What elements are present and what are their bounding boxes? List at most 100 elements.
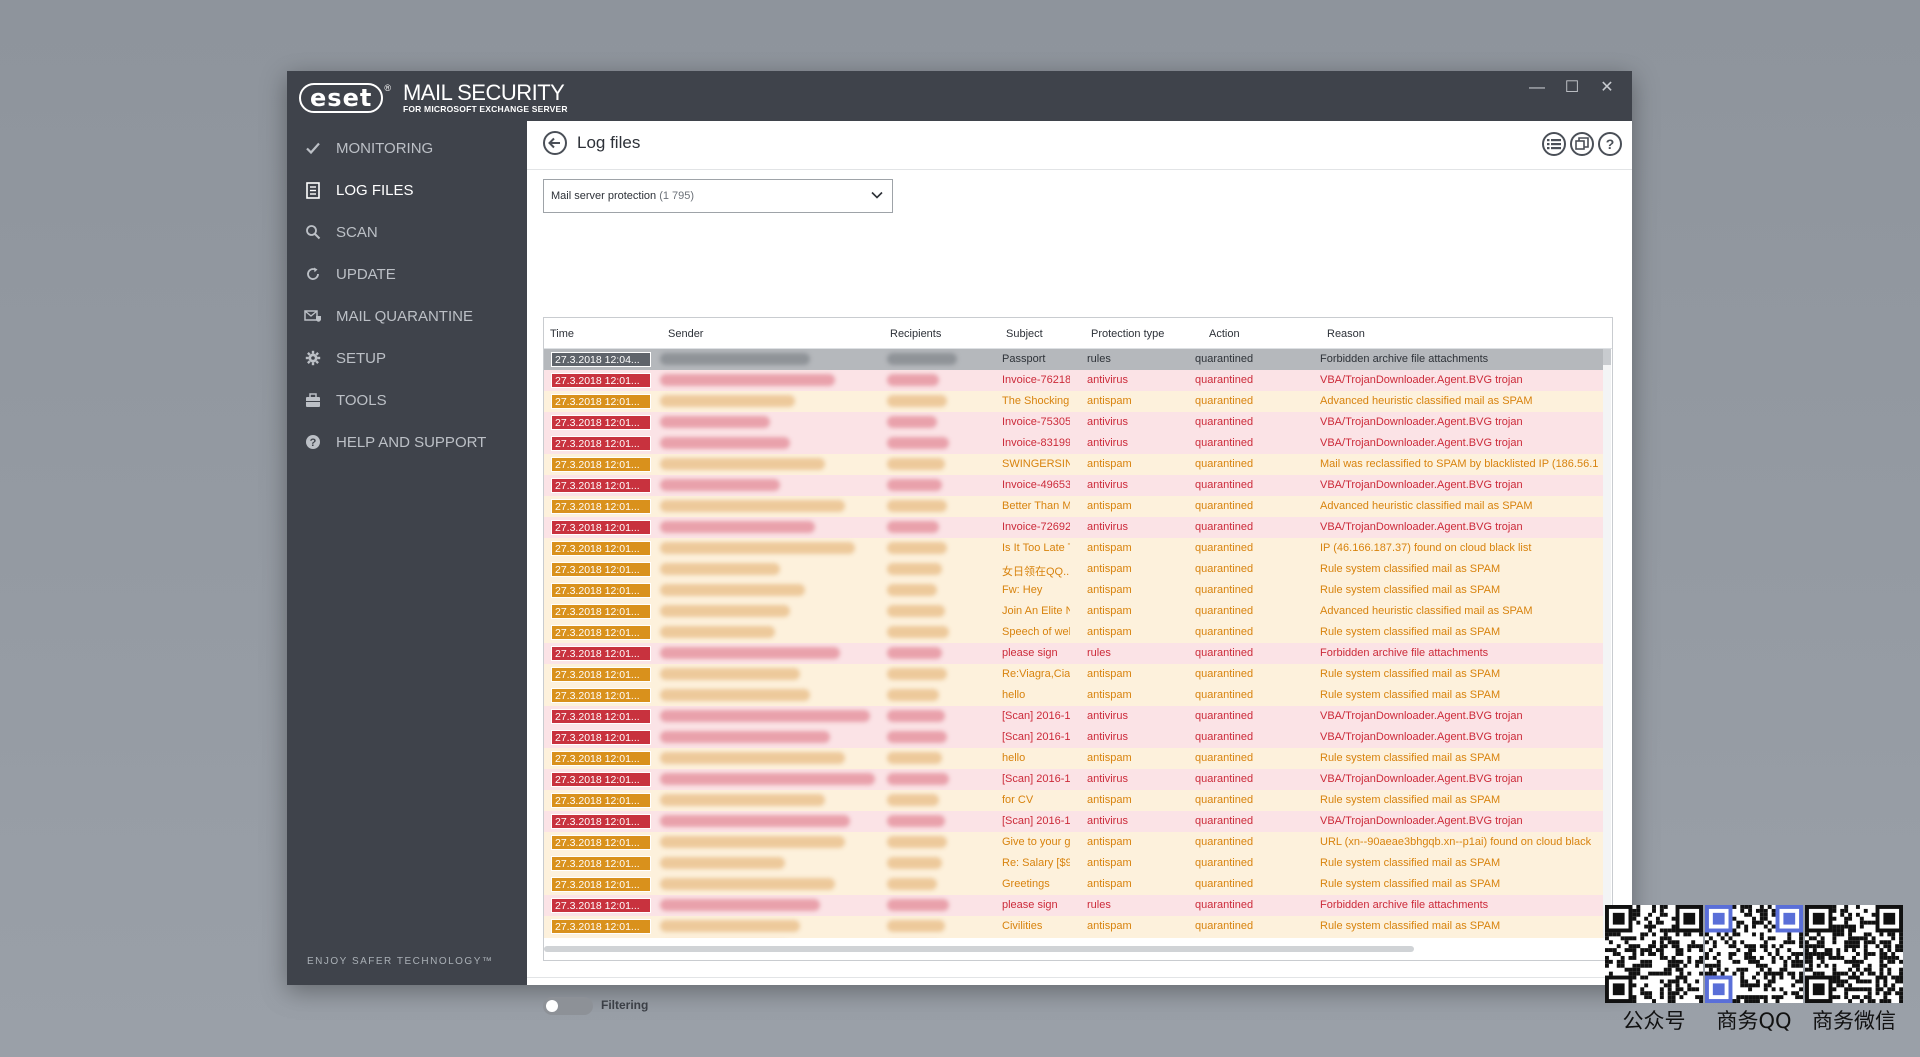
subject-cell: Join An Elite N...: [1002, 605, 1070, 617]
sender-redacted: [660, 437, 790, 449]
action-cell: quarantined: [1195, 878, 1254, 890]
column-header-recipients[interactable]: Recipients: [890, 328, 941, 340]
qr-label-3: 商务微信: [1812, 1009, 1896, 1033]
protection-type-cell: antispam: [1087, 794, 1132, 806]
list-icon: [1547, 139, 1561, 150]
column-header-sender[interactable]: Sender: [668, 328, 703, 340]
sidebar-item-scan[interactable]: SCAN: [287, 212, 527, 252]
subject-cell: Civilities: [1002, 920, 1043, 932]
table-row[interactable]: 27.3.2018 12:01... [Scan] 2016-10... antiv…: [544, 769, 1604, 790]
protection-type-cell: antispam: [1087, 836, 1132, 848]
time-cell: 27.3.2018 12:01...: [551, 541, 651, 556]
table-row[interactable]: 27.3.2018 12:01... hello antispam quarantin…: [544, 748, 1604, 769]
vertical-scrollbar[interactable]: [1603, 349, 1611, 939]
subject-cell: for CV: [1002, 794, 1034, 806]
reason-cell: VBA/TrojanDownloader.Agent.BVG trojan: [1320, 437, 1523, 449]
table-row[interactable]: 27.3.2018 12:01... Invoice-76218... antivi…: [544, 370, 1604, 391]
subject-cell: Re:Viagra,Ciali...: [1002, 668, 1070, 680]
table-row[interactable]: 27.3.2018 12:01... Greetings antispam quara…: [544, 874, 1604, 895]
table-row[interactable]: 27.3.2018 12:01... [Scan] 2016-10... antiv…: [544, 706, 1604, 727]
subject-cell: 女日领在QQ...: [1002, 566, 1070, 578]
recipients-redacted: [887, 605, 945, 617]
sidebar-item-setup[interactable]: SETUP: [287, 338, 527, 378]
subject-cell: please sign: [1002, 647, 1058, 659]
sender-redacted: [660, 752, 845, 764]
action-cell: quarantined: [1195, 395, 1254, 407]
column-header-subject[interactable]: Subject: [1006, 328, 1043, 340]
table-row[interactable]: 27.3.2018 12:01... Re: Salary [$90... anti…: [544, 853, 1604, 874]
sender-redacted: [660, 899, 820, 911]
sidebar-item-log-files[interactable]: LOG FILES: [287, 170, 527, 210]
column-header-reason[interactable]: Reason: [1327, 328, 1365, 340]
footer-divider: [527, 977, 1632, 978]
recipients-redacted: [887, 731, 947, 743]
copy-window-button[interactable]: [1570, 132, 1594, 156]
reason-cell: Forbidden archive file attachments: [1320, 647, 1489, 659]
table-row[interactable]: 27.3.2018 12:01... Re:Viagra,Ciali... anti…: [544, 664, 1604, 685]
table-row[interactable]: 27.3.2018 12:01... please sign rules quaran…: [544, 895, 1604, 916]
table-row[interactable]: 27.3.2018 12:04... Passport rules quarantin…: [544, 349, 1604, 370]
sender-redacted: [660, 605, 790, 617]
table-row[interactable]: 27.3.2018 12:01... please sign rules quaran…: [544, 643, 1604, 664]
log-type-dropdown[interactable]: Mail server protection (1 795): [543, 179, 893, 213]
time-cell: 27.3.2018 12:01...: [551, 877, 651, 892]
action-cell: quarantined: [1195, 731, 1254, 743]
column-header-protection-type[interactable]: Protection type: [1091, 328, 1164, 340]
sidebar-item-tools[interactable]: TOOLS: [287, 380, 527, 420]
table-row[interactable]: 27.3.2018 12:01... [Scan] 2016-10... antiv…: [544, 727, 1604, 748]
table-row[interactable]: 27.3.2018 12:01... SWINGERSINB... antispam…: [544, 454, 1604, 475]
table-row[interactable]: 27.3.2018 12:01... Speech of wel... antisp…: [544, 622, 1604, 643]
table-row[interactable]: 27.3.2018 12:01... 女日领在QQ... antispam quara…: [544, 559, 1604, 580]
column-header-time[interactable]: Time: [550, 328, 574, 340]
table-row[interactable]: 27.3.2018 12:01... Invoice-75305... antivi…: [544, 412, 1604, 433]
table-row[interactable]: 27.3.2018 12:01... Better Than M... antisp…: [544, 496, 1604, 517]
table-row[interactable]: 27.3.2018 12:01... Invoice-83199... antivi…: [544, 433, 1604, 454]
table-row[interactable]: 27.3.2018 12:01... for CV antispam quaranti…: [544, 790, 1604, 811]
sender-redacted: [660, 773, 875, 785]
time-cell: 27.3.2018 12:04...: [551, 352, 651, 367]
maximize-button[interactable]: ☐: [1552, 71, 1592, 105]
back-button[interactable]: [543, 131, 567, 155]
recipients-redacted: [887, 458, 945, 470]
action-cell: quarantined: [1195, 626, 1254, 638]
table-row[interactable]: 27.3.2018 12:01... Give to your g... antis…: [544, 832, 1604, 853]
table-row[interactable]: 27.3.2018 12:01... Invoice-49653... antivi…: [544, 475, 1604, 496]
minimize-button[interactable]: —: [1517, 71, 1557, 105]
table-row[interactable]: 27.3.2018 12:01... Is It Too Late T... ant…: [544, 538, 1604, 559]
scrollbar-thumb[interactable]: [544, 946, 1414, 952]
close-button[interactable]: ✕: [1587, 71, 1627, 105]
subject-cell: The Shocking ...: [1002, 395, 1070, 407]
table-row[interactable]: 27.3.2018 12:01... Join An Elite N... anti…: [544, 601, 1604, 622]
sidebar-item-monitoring[interactable]: MONITORING: [287, 128, 527, 168]
table-row[interactable]: 27.3.2018 12:01... Invoice-72692... antivi…: [544, 517, 1604, 538]
table-row[interactable]: 27.3.2018 12:01... The Shocking ... antisp…: [544, 391, 1604, 412]
filtering-toggle[interactable]: [543, 997, 593, 1015]
protection-type-cell: antispam: [1087, 605, 1132, 617]
horizontal-scrollbar[interactable]: [544, 938, 1612, 960]
sender-redacted: [660, 731, 830, 743]
table-row[interactable]: 27.3.2018 12:01... Fw: Hey antispam quarant…: [544, 580, 1604, 601]
reason-cell: Rule system classified mail as SPAM: [1320, 668, 1501, 680]
scrollbar-thumb[interactable]: [1603, 349, 1611, 365]
column-header-action[interactable]: Action: [1209, 328, 1240, 340]
table-row[interactable]: 27.3.2018 12:01... Civilities antispam quar…: [544, 916, 1604, 937]
check-icon: [304, 139, 322, 157]
dropdown-count: (1 795): [659, 190, 695, 202]
reason-cell: Forbidden archive file attachments: [1320, 353, 1489, 365]
recipients-redacted: [887, 920, 945, 932]
recipients-redacted: [887, 626, 949, 638]
time-cell: 27.3.2018 12:01...: [551, 478, 651, 493]
recipients-redacted: [887, 353, 957, 365]
help-button[interactable]: ?: [1598, 132, 1622, 156]
table-row[interactable]: 27.3.2018 12:01... [Scan] 2016-10... antiv…: [544, 811, 1604, 832]
table-row[interactable]: 27.3.2018 12:01... hello antispam quarantin…: [544, 685, 1604, 706]
mail-shield-icon: [304, 307, 322, 325]
sidebar-item-help-and-support[interactable]: ? HELP AND SUPPORT: [287, 422, 527, 462]
protection-type-cell: antivirus: [1087, 521, 1128, 533]
subject-cell: [Scan] 2016-10...: [1002, 773, 1070, 785]
recipients-redacted: [887, 416, 937, 428]
sidebar-item-mail-quarantine[interactable]: MAIL QUARANTINE: [287, 296, 527, 336]
list-view-button[interactable]: [1542, 132, 1566, 156]
sidebar-item-update[interactable]: UPDATE: [287, 254, 527, 294]
protection-type-cell: antispam: [1087, 458, 1132, 470]
